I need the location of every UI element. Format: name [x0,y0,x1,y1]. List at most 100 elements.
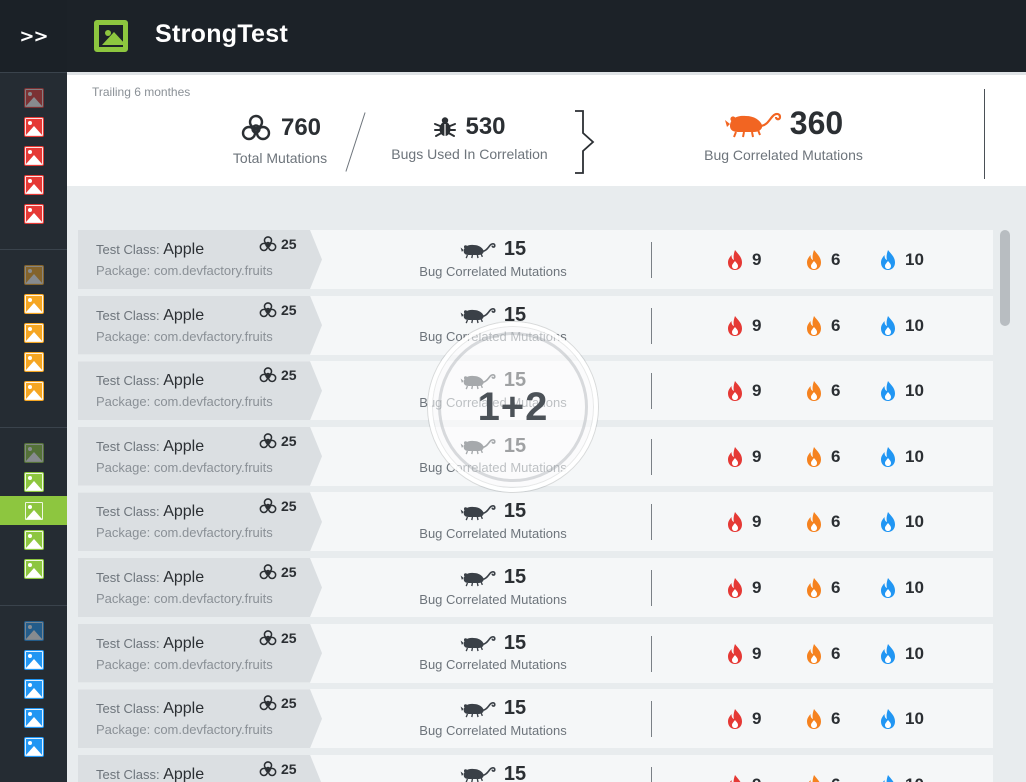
test-class-label: Test Class: Apple [96,372,204,390]
sidebar-nav-item[interactable] [0,199,67,228]
medium-severity: 6 [805,708,840,730]
high-severity-count: 9 [752,578,762,597]
mutation-count-value: 25 [281,498,297,515]
test-class-name[interactable]: Apple [163,503,204,520]
sidebar-nav-item[interactable] [0,525,67,554]
test-class-name[interactable]: Apple [163,766,204,782]
table-row[interactable]: Test Class: Apple Package: com.devfactory… [78,492,993,552]
total-mutations-value: 760 [280,114,322,141]
test-class-name[interactable]: Apple [163,241,204,258]
medium-severity-count: 6 [831,512,841,532]
sidebar-nav-item[interactable] [0,141,67,170]
test-class-name[interactable]: Apple [163,569,204,586]
medium-severity-count: 6 [831,315,841,335]
sidebar-nav-item[interactable] [0,170,67,199]
test-class-prefix: Test Class: [96,242,164,257]
package-label: Package: com.devfactory.fruits [96,525,273,541]
flame-icon [881,381,895,402]
bug-correlated-label: Bug Correlated Mutations [704,146,863,163]
rat-icon [460,504,496,521]
high-severity-count: 9 [752,775,761,782]
scrollbar-thumb[interactable] [1000,230,1010,326]
sidebar-nav-item[interactable] [0,616,67,645]
row-divider [651,504,652,541]
sidebar-nav-item[interactable] [0,496,67,525]
app-window: >> StrongTest Trailing 6 monthes 760 Tot… [0,0,1026,782]
medium-severity: 6 [805,643,840,665]
test-class-name[interactable]: Apple [163,700,204,717]
flame-icon [729,774,741,782]
table-row[interactable]: Test Class: Apple Package: com.devfactory… [78,230,993,289]
test-class-name[interactable]: Apple [163,635,204,652]
rat-icon [460,636,496,652]
sidebar-nav-item[interactable] [0,318,67,347]
low-severity: 10 [879,511,924,533]
low-severity-count: 10 [905,381,924,401]
mutation-count: 25 [258,628,297,648]
rat-icon [724,112,781,137]
flame-icon [807,250,821,270]
sidebar-nav-item[interactable] [0,83,67,112]
low-severity-count: 10 [905,250,924,269]
sidebar-nav-item[interactable] [0,376,67,405]
flame-icon [882,774,894,782]
loading-text: 1+2 [477,384,549,429]
test-class-label: Test Class: Apple [96,241,204,259]
sidebar-nav-item[interactable] [0,703,67,732]
bug-correlated-cell: 15 Bug Correlated Mutations [398,697,588,738]
low-severity-count: 10 [905,446,924,466]
sidebar-nav-item[interactable] [0,260,67,289]
row-divider [651,635,652,672]
bugs-used-stat: 530 Bugs Used In Correlation [377,113,562,162]
flame-icon [807,381,821,402]
biohazard-icon [259,432,277,449]
test-class-label: Test Class: Apple [96,700,204,718]
flame-icon [881,512,895,533]
flame-icon [807,446,821,467]
mutation-count-value: 25 [281,367,297,384]
sidebar-nav-item[interactable] [0,674,67,703]
test-class-name[interactable]: Apple [163,372,204,389]
sidebar-nav-item[interactable] [0,467,67,496]
bug-correlated-count: 15 [503,762,527,782]
test-class-name[interactable]: Apple [163,307,204,324]
biohazard-icon [259,236,277,252]
sidebar-nav-item[interactable] [0,112,67,141]
biohazard-icon [259,760,277,777]
sidebar-toggle-button[interactable]: >> [0,0,67,72]
test-class-prefix: Test Class: [96,635,164,651]
bugs-used-label: Bugs Used In Correlation [391,146,548,162]
mutation-count-value: 25 [281,760,297,777]
medium-severity: 6 [805,577,840,599]
mutation-count: 25 [258,693,297,713]
image-icon [23,529,44,550]
test-class-name[interactable]: Apple [163,438,204,455]
medium-severity-count: 6 [831,578,841,597]
table-row[interactable]: Test Class: ApplePackage: com.devfactory… [78,689,993,749]
row-divider [651,373,652,410]
high-severity-count: 9 [752,643,762,663]
bug-correlated-caption: Bug Correlated Mutations [419,591,567,607]
rat-icon [460,767,496,782]
sidebar-nav-item[interactable] [0,347,67,376]
sidebar-nav-item[interactable] [0,438,67,467]
test-class-prefix: Test Class: [96,766,164,782]
sidebar-nav-item[interactable] [0,554,67,583]
flame-icon [807,512,821,533]
sidebar-nav-item[interactable] [0,645,67,674]
package-label: Package: com.devfactory.fruits [96,459,273,475]
high-severity: 9 [726,315,761,337]
sidebar-nav-item[interactable] [0,289,67,318]
table-row[interactable]: Test Class: ApplePackage: com.devfactory… [78,623,993,683]
table-row[interactable]: Test Class: ApplePackage: com.devfactory… [78,558,993,617]
package-label: Package: com.devfactory.fruits [96,263,273,278]
mutation-count-value: 25 [281,432,297,449]
low-severity-count: 10 [905,578,924,597]
total-mutations-stat: 760 Total Mutations [215,113,345,166]
test-class-label: Test Class: Apple [96,503,204,521]
sidebar-nav-item[interactable] [0,732,67,761]
flame-icon [881,250,895,270]
low-severity: 10 [879,380,924,402]
table-row[interactable]: Test Class: ApplePackage: com.devfactory… [78,754,993,782]
low-severity: 10 [879,446,924,468]
